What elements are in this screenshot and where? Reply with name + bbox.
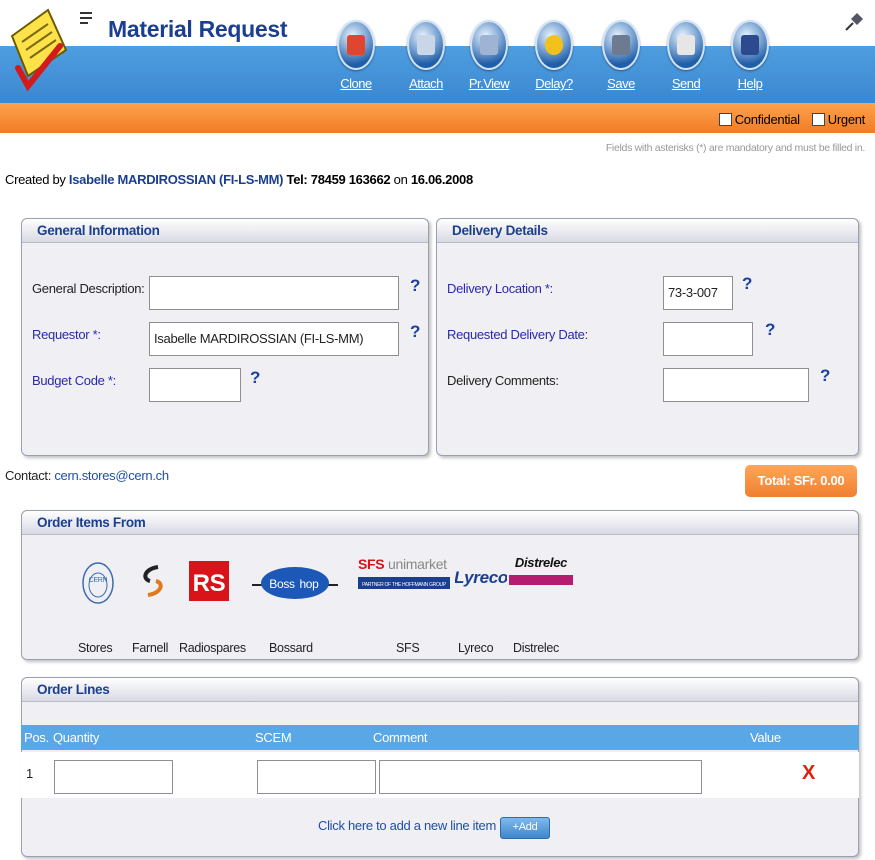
contact-line: Contact: cern.stores@cern.ch [5,468,169,483]
vendor-sfs[interactable]: SFS unimarket PARTNER OF THE HOFFMANN GR… [358,551,452,661]
request-options: Confidential Urgent [718,112,865,127]
order-lines-header: Pos. Quantity SCEM Comment Value [21,725,859,750]
send-button[interactable]: Send [658,20,714,91]
vendor-bossard[interactable]: Boss hop Bossard [252,551,340,661]
creator-name-link[interactable]: Isabelle MARDIROSSIAN (FI-LS-MM) [69,172,284,187]
paperclip-icon [417,35,435,55]
help-button[interactable]: Help [722,20,778,91]
vendor-radiospares[interactable]: RS Radiospares [179,551,259,661]
mandatory-note: Fields with asterisks (*) are mandatory … [605,142,865,154]
sfs-unimarket-logo-icon: SFS unimarket PARTNER OF THE HOFFMANN GR… [358,556,450,589]
svg-text:Lyreco: Lyreco [455,568,507,587]
confidential-checkbox[interactable]: Confidential [718,112,800,127]
general-description-label: General Description: [32,281,145,296]
print-preview-button[interactable]: Pr.View [461,20,517,91]
svg-text:hop: hop [299,577,319,591]
requestor-input[interactable]: Isabelle MARDIROSSIAN (FI-LS-MM) [149,322,399,356]
comment-input[interactable] [379,760,702,794]
svg-text:PARTNER OF THE HOFFMANN GROUP: PARTNER OF THE HOFFMANN GROUP [362,582,447,588]
delivery-details-title: Delivery Details [437,219,858,243]
general-information-panel: General Information General Description:… [21,218,429,456]
delivery-comments-help-icon[interactable]: ? [820,366,830,386]
attach-button[interactable]: Attach [398,20,454,91]
vendor-farnell[interactable]: Farnell [132,551,178,661]
budget-code-help-icon[interactable]: ? [250,368,260,388]
material-request-logo-icon [10,8,68,92]
total-badge: Total: SFr. 0.00 [745,465,857,497]
add-line-link[interactable]: Click here to add a new line item [318,818,496,833]
column-scem: SCEM [255,730,292,745]
urgent-box[interactable] [811,113,825,126]
delivery-comments-label: Delivery Comments: [447,373,559,388]
svg-text:unimarket: unimarket [388,556,447,572]
contact-email-link[interactable]: cern.stores@cern.ch [54,468,169,483]
save-button[interactable]: Save [593,20,649,91]
general-description-input[interactable] [149,276,399,310]
requested-delivery-date-label: Requested Delivery Date: [447,327,588,342]
vendor-distrelec[interactable]: Distrelec Distrelec [509,551,573,661]
budget-code-label: Budget Code *: [32,373,116,388]
order-lines-title: Order Lines [22,678,858,702]
alarm-clock-icon [545,35,563,55]
general-description-help-icon[interactable]: ? [410,276,420,296]
svg-text:Boss: Boss [269,577,295,591]
column-value: Value [750,730,781,745]
svg-text:CERN: CERN [89,577,108,584]
requestor-help-icon[interactable]: ? [410,322,420,342]
help-book-icon [741,35,759,55]
vendor-stores[interactable]: CERN Stores [78,551,118,661]
menu-icon[interactable] [80,12,92,27]
bossard-logo-icon: Boss hop [252,567,338,599]
svg-text:Distrelec: Distrelec [515,555,568,570]
requested-delivery-date-help-icon[interactable]: ? [765,320,775,340]
lyreco-logo-icon: Lyreco [455,568,507,587]
delete-line-icon[interactable]: X [802,762,815,785]
delivery-comments-input[interactable] [663,368,809,402]
rs-logo-icon: RS [189,561,229,601]
quantity-input[interactable] [54,760,173,794]
svg-text:SFS: SFS [358,556,384,572]
confidential-box[interactable] [718,113,732,126]
column-comment: Comment [373,730,428,745]
clone-button[interactable]: Clone [328,20,384,91]
general-information-title: General Information [22,219,428,243]
column-quantity: Quantity [53,730,100,745]
add-line-button[interactable]: +Add [500,817,550,839]
delivery-location-help-icon[interactable]: ? [742,274,752,294]
delivery-location-input[interactable]: 73-3-007 [663,276,733,310]
column-pos: Pos. [24,730,49,745]
requested-delivery-date-input[interactable] [663,322,753,356]
created-by-line: Created by Isabelle MARDIROSSIAN (FI-LS-… [5,172,473,187]
svg-text:RS: RS [193,570,226,597]
printer-icon [480,35,498,55]
delivery-location-label: Delivery Location *: [447,281,553,296]
pin-icon[interactable] [842,12,864,34]
delay-button[interactable]: Delay? [526,20,582,91]
budget-code-input[interactable] [149,368,241,402]
delivery-details-panel: Delivery Details Delivery Location *: 73… [436,218,859,456]
page-title: Material Request [108,16,288,42]
scem-input[interactable] [257,760,376,794]
farnell-logo-icon [143,565,163,597]
urgent-checkbox[interactable]: Urgent [811,112,865,127]
row-position: 1 [26,766,33,781]
distrelec-logo-icon: Distrelec [509,555,573,585]
order-items-from-title: Order Items From [22,511,858,535]
requestor-label: Requestor *: [32,327,101,342]
floppy-disk-icon [612,35,630,55]
vendor-lyreco[interactable]: Lyreco Lyreco [455,551,507,661]
clone-icon [347,35,365,55]
envelope-icon [677,35,695,55]
table-row: 1 X [21,752,859,798]
cern-logo-icon: CERN [82,562,114,604]
order-items-from-panel: Order Items From CERN Stores Farnell RS … [21,510,859,660]
